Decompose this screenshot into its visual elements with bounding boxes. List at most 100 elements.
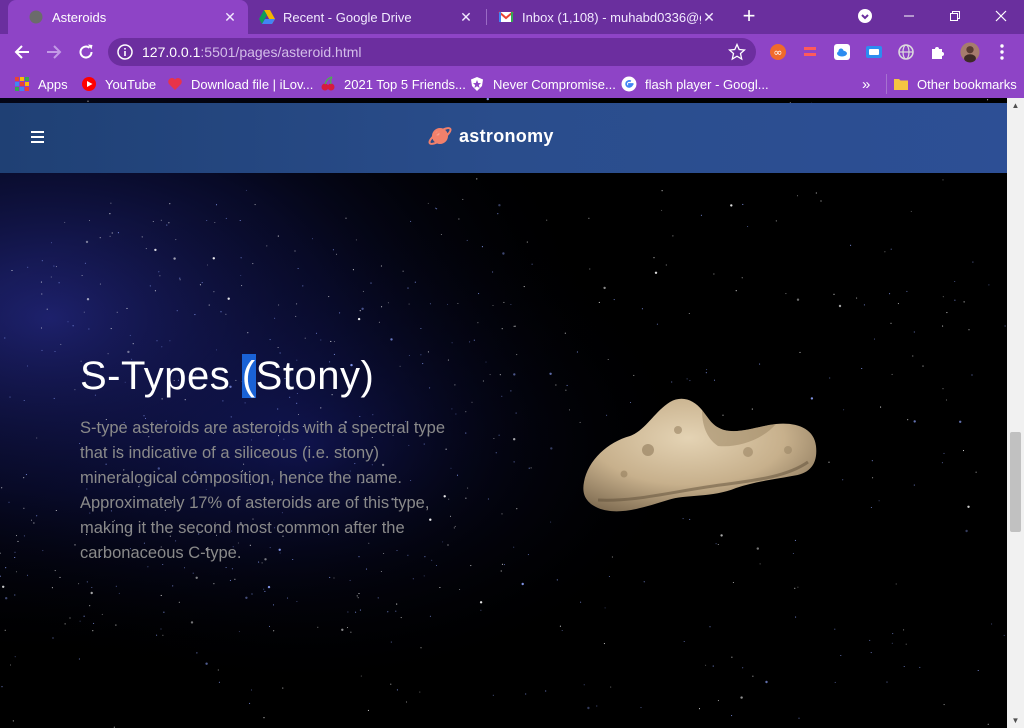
minimize-button[interactable] bbox=[886, 0, 932, 32]
hamburger-menu-icon[interactable] bbox=[31, 131, 45, 145]
star bbox=[1004, 325, 1006, 327]
star bbox=[225, 566, 227, 569]
star bbox=[446, 303, 449, 305]
bookmarks-overflow-button[interactable]: » bbox=[862, 74, 870, 94]
scroll-up-arrow[interactable]: ▲ bbox=[1011, 101, 1020, 110]
info-icon[interactable] bbox=[116, 43, 134, 61]
star bbox=[912, 355, 914, 357]
asteroid-image bbox=[583, 398, 817, 512]
hero-title: S-Types (Stony) bbox=[80, 354, 374, 399]
close-tab-icon[interactable]: ✕ bbox=[458, 9, 474, 25]
bookmark-never-compromise[interactable]: Never Compromise... bbox=[469, 74, 616, 94]
star bbox=[99, 237, 101, 239]
star bbox=[42, 550, 44, 552]
star bbox=[109, 235, 111, 237]
star bbox=[396, 689, 398, 691]
bookmark-youtube[interactable]: YouTube bbox=[81, 74, 156, 94]
selected-text: ( bbox=[241, 354, 256, 398]
bookmarks-bar: Apps YouTube Download file | iLov... 202… bbox=[0, 70, 1024, 98]
close-tab-icon[interactable]: ✕ bbox=[222, 9, 238, 25]
extensions-puzzle-icon[interactable] bbox=[928, 42, 948, 62]
site-logo[interactable]: astronomy bbox=[427, 123, 554, 149]
extension-screen-icon[interactable] bbox=[864, 42, 884, 62]
star bbox=[154, 248, 157, 252]
restore-button[interactable] bbox=[932, 0, 978, 32]
tab-google-drive[interactable]: Recent - Google Drive ✕ bbox=[248, 0, 484, 34]
star bbox=[742, 667, 744, 669]
tab-search-button[interactable] bbox=[842, 0, 888, 32]
star bbox=[93, 622, 95, 624]
star bbox=[665, 264, 667, 266]
extension-infinity-icon[interactable]: ∞ bbox=[768, 42, 788, 62]
url-text[interactable]: 127.0.0.1:5501/pages/asteroid.html bbox=[142, 44, 362, 60]
forward-button[interactable] bbox=[42, 40, 66, 64]
scroll-thumb[interactable] bbox=[1010, 432, 1021, 532]
star bbox=[55, 266, 57, 268]
star bbox=[514, 325, 516, 327]
page-scrollbar[interactable]: ▲ ▼ bbox=[1007, 98, 1024, 728]
star bbox=[890, 322, 892, 324]
back-button[interactable] bbox=[10, 40, 34, 64]
close-tab-icon[interactable]: ✕ bbox=[701, 9, 717, 25]
close-window-button[interactable] bbox=[978, 0, 1024, 32]
star bbox=[240, 274, 242, 277]
tab-asteroids[interactable]: Asteroids ✕ bbox=[8, 0, 248, 34]
star bbox=[439, 586, 441, 589]
star bbox=[458, 218, 460, 220]
new-tab-button[interactable]: + bbox=[738, 5, 760, 28]
bookmark-label: flash player - Googl... bbox=[645, 76, 769, 92]
star bbox=[884, 251, 886, 253]
kebab-menu-icon[interactable] bbox=[992, 42, 1012, 62]
star bbox=[730, 204, 733, 207]
star bbox=[492, 694, 494, 696]
globe-icon bbox=[29, 10, 43, 24]
shield-icon bbox=[471, 77, 483, 91]
extension-globe-icon[interactable] bbox=[896, 42, 916, 62]
extension-cloud-icon[interactable] bbox=[832, 42, 852, 62]
star bbox=[661, 209, 663, 211]
star bbox=[731, 656, 733, 658]
star bbox=[922, 365, 924, 367]
star bbox=[1003, 634, 1005, 636]
star bbox=[942, 325, 944, 327]
star bbox=[613, 299, 615, 301]
star bbox=[277, 235, 279, 237]
bookmark-top-friends[interactable]: 2021 Top 5 Friends... bbox=[320, 74, 466, 94]
reload-button[interactable] bbox=[74, 40, 98, 64]
extension-tabs-icon[interactable] bbox=[800, 42, 820, 62]
bookmark-ilove[interactable]: Download file | iLov... bbox=[167, 74, 313, 94]
star bbox=[913, 331, 915, 333]
star bbox=[159, 275, 161, 277]
tab-gmail[interactable]: Inbox (1,108) - muhabd0336@gm ✕ bbox=[487, 0, 727, 34]
star bbox=[36, 515, 38, 517]
other-bookmarks[interactable]: Other bookmarks bbox=[886, 74, 1017, 94]
address-bar[interactable]: 127.0.0.1:5501/pages/asteroid.html bbox=[108, 38, 756, 66]
star bbox=[166, 224, 168, 226]
star bbox=[486, 98, 489, 101]
star bbox=[407, 287, 409, 289]
bookmark-flash-player[interactable]: flash player - Googl... bbox=[621, 74, 769, 94]
star bbox=[15, 535, 18, 537]
star bbox=[977, 669, 979, 672]
star bbox=[266, 245, 268, 247]
star bbox=[304, 337, 306, 339]
bookmark-label: Download file | iLov... bbox=[191, 76, 314, 92]
scroll-down-arrow[interactable]: ▼ bbox=[1011, 716, 1020, 725]
star bbox=[252, 263, 254, 265]
star bbox=[732, 581, 734, 584]
bookmark-star-icon[interactable] bbox=[728, 43, 746, 61]
bookmark-apps[interactable]: Apps bbox=[14, 74, 68, 94]
profile-avatar[interactable] bbox=[960, 42, 980, 63]
star bbox=[527, 554, 529, 556]
star bbox=[169, 340, 171, 342]
star bbox=[60, 343, 62, 345]
star bbox=[455, 413, 457, 415]
star bbox=[566, 384, 568, 386]
star bbox=[555, 384, 557, 386]
star bbox=[871, 460, 873, 462]
star bbox=[339, 312, 341, 314]
star bbox=[872, 477, 874, 479]
star bbox=[52, 637, 54, 639]
star bbox=[842, 479, 844, 481]
star bbox=[525, 693, 527, 695]
